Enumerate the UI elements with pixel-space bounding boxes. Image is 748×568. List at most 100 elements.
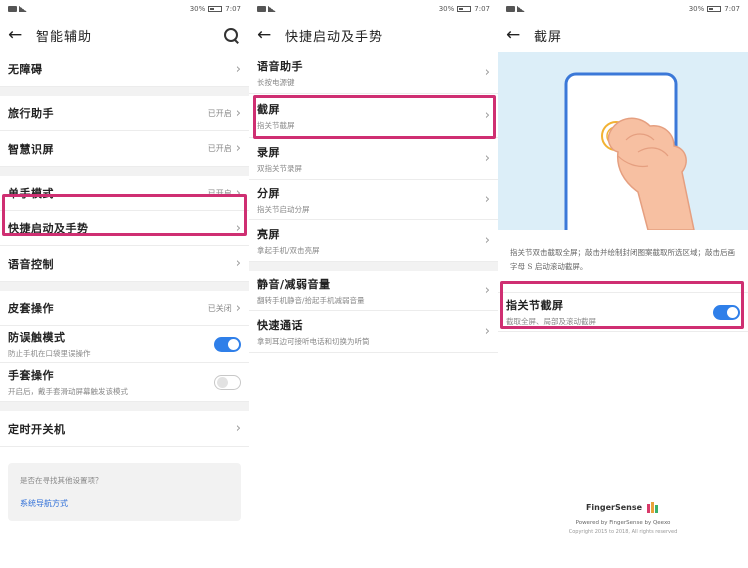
chevron-right-icon: › (235, 105, 241, 121)
row-subtitle: 双指关节录屏 (257, 163, 302, 173)
chevron-right-icon: › (484, 324, 490, 339)
clock: 7:07 (474, 5, 490, 13)
back-arrow-icon[interactable]: ← (506, 25, 528, 45)
sim-icon (257, 6, 266, 12)
accidental-touch-toggle[interactable] (214, 336, 241, 352)
divider (249, 262, 498, 271)
glove-mode-toggle[interactable] (214, 374, 241, 390)
page-title: 截屏 (534, 29, 563, 45)
row-subtitle: 拿到耳边可接听电话和切换为听筒 (257, 336, 370, 346)
row-subtitle: 指关节启动分屏 (257, 204, 310, 214)
chevron-right-icon: › (484, 233, 490, 248)
screenshot-screen: 30% 7:07 ← 截屏 指关节双击截取全屏；敲击并绘制封闭图案截取所选区域；敲… (498, 0, 748, 568)
row-mute-volume[interactable]: 静音/减弱音量 翻转手机静音/拾起手机减弱音量 › (249, 271, 498, 311)
row-subtitle: 翻转手机静音/拾起手机减弱音量 (257, 295, 365, 305)
row-shortcuts-gestures[interactable]: 快捷启动及手势 › (0, 211, 249, 246)
row-label: 分屏 (257, 186, 280, 200)
row-label: 旅行助手 (8, 107, 54, 120)
fingersense-brand: FingerSense (585, 502, 643, 512)
divider (0, 402, 249, 411)
gesture-description: 指关节双击截取全屏；敲击并绘制封闭图案截取所选区域；敲击后画字母 S 启动滚动截… (510, 248, 735, 271)
row-label: 无障碍 (8, 63, 43, 76)
chevron-right-icon: › (235, 256, 241, 271)
row-status: 已开启 (207, 144, 232, 153)
row-subtitle: 长按电源键 (257, 77, 295, 87)
chevron-right-icon: › (484, 108, 490, 123)
row-subtitle: 指关节截屏 (257, 120, 295, 130)
status-bar: 30% 7:07 (249, 0, 498, 18)
divider (0, 282, 249, 291)
row-quick-call[interactable]: 快速通话拿到耳边可接听电话和切换为听筒 › (249, 311, 498, 353)
chevron-right-icon: › (235, 61, 241, 77)
settings-list: 无障碍 › 旅行助手 已开启 › 智慧识屏 已开启 › 单手模式 已开启 › 快… (0, 52, 249, 521)
powered-by: Powered by FingerSense by Qeexo (575, 520, 671, 526)
row-accidental-touch-mode[interactable]: 防误触模式 防止手机在口袋里误操作 (0, 326, 249, 363)
row-label: 单手模式 (8, 187, 54, 200)
row-label: 录屏 (257, 145, 280, 159)
row-status: 已开启 (207, 108, 232, 118)
row-scheduled-power[interactable]: 定时开关机 › (0, 411, 249, 447)
title-bar: ← 智能辅助 (0, 18, 249, 52)
row-subtitle: 拿起手机/双击亮屏 (257, 245, 320, 255)
row-split-screen[interactable]: 分屏指关节启动分屏 › (249, 180, 498, 220)
row-label: 智慧识屏 (8, 142, 54, 156)
search-icon[interactable] (221, 25, 241, 45)
chevron-right-icon: › (235, 421, 241, 436)
row-one-hand-mode[interactable]: 单手模式 已开启 › (0, 176, 249, 211)
chevron-right-icon: › (484, 151, 490, 166)
back-arrow-icon[interactable]: ← (257, 25, 279, 45)
sim-icon (8, 6, 17, 12)
fingersense-footer: FingerSense Powered by FingerSense by Qe… (498, 500, 748, 535)
back-arrow-icon[interactable]: ← (8, 25, 30, 45)
row-travel-assistant[interactable]: 旅行助手 已开启 › (0, 96, 249, 131)
title-bar: ← 快捷启动及手势 (249, 18, 498, 52)
battery-icon (457, 6, 472, 12)
row-wake-screen[interactable]: 亮屏 拿起手机/双击亮屏 › (249, 220, 498, 262)
knuckle-gesture-illustration (498, 52, 748, 230)
knuckle-tap-image (564, 72, 695, 230)
chevron-right-icon: › (484, 283, 490, 298)
row-screenshot[interactable]: 截屏指关节截屏 › (249, 94, 498, 138)
row-voice-control[interactable]: 语音控制 › (0, 246, 249, 282)
signal-icon (19, 6, 27, 12)
smart-assist-screen: 30% 7:07 ← 智能辅助 无障碍 › 旅行助手 已开启 › 智慧识屏 已开启… (0, 0, 249, 568)
row-label: 快速通话 (257, 318, 303, 332)
chevron-right-icon: › (235, 185, 241, 201)
row-status: 已关闭 (207, 303, 232, 313)
divider (0, 87, 249, 96)
row-knuckle-screenshot[interactable]: 指关节截屏 截取全屏、局部及滚动截屏 (498, 292, 748, 332)
row-voice-assistant[interactable]: 语音助手 长按电源键 › (249, 52, 498, 94)
status-bar: 30% 7:07 (0, 0, 249, 18)
row-label: 防误触模式 (8, 331, 66, 344)
hint-question: 是否在寻找其他设置项？ (20, 476, 103, 485)
page-title: 快捷启动及手势 (285, 29, 384, 45)
row-subtitle: 截取全屏、局部及滚动截屏 (506, 317, 596, 326)
clock: 7:07 (724, 5, 740, 13)
row-screen-record[interactable]: 录屏双指关节录屏 › (249, 138, 498, 180)
row-label: 手套操作 (8, 369, 54, 382)
row-subtitle: 防止手机在口袋里误操作 (8, 349, 91, 358)
fingersense-logo: FingerSense (498, 500, 748, 514)
row-label: 语音控制 (8, 257, 54, 271)
system-navigation-link[interactable]: 系统导航方式 (20, 498, 229, 509)
row-glove-mode[interactable]: 手套操作 开启后，戴手套滑动屏幕触发该模式 (0, 363, 249, 402)
sim-icon (506, 6, 515, 12)
clock: 7:07 (225, 5, 241, 13)
row-cover-operation[interactable]: 皮套操作 已关闭 › (0, 291, 249, 326)
chevron-right-icon: › (235, 220, 241, 236)
signal-icon (268, 6, 276, 12)
row-smart-screen-recognition[interactable]: 智慧识屏 已开启 › (0, 131, 249, 167)
row-label: 快捷启动及手势 (8, 222, 89, 235)
chevron-right-icon: › (484, 192, 490, 207)
settings-hint-card: 是否在寻找其他设置项？ 系统导航方式 (8, 463, 241, 521)
status-bar: 30% 7:07 (498, 0, 748, 18)
chevron-right-icon: › (484, 65, 490, 80)
chevron-right-icon: › (235, 300, 241, 316)
row-subtitle: 开启后，戴手套滑动屏幕触发该模式 (8, 387, 128, 396)
row-label: 定时开关机 (8, 422, 66, 436)
row-label: 截屏 (257, 102, 280, 116)
row-accessibility[interactable]: 无障碍 › (0, 52, 249, 87)
shortcuts-gestures-screen: 30% 7:07 ← 快捷启动及手势 语音助手 长按电源键 › 截屏 指关节截屏 › … (249, 0, 498, 568)
knuckle-screenshot-toggle[interactable] (713, 304, 740, 320)
row-label: 皮套操作 (8, 302, 54, 315)
